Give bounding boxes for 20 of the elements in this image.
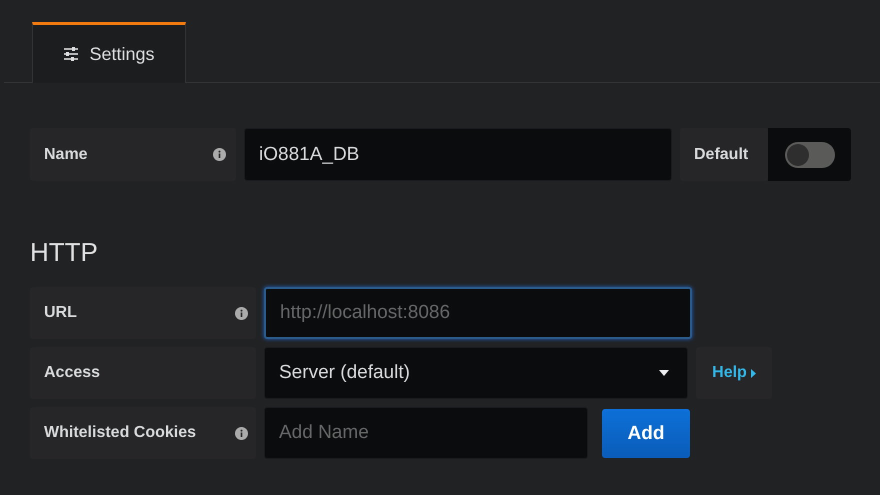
sliders-icon [63,47,80,61]
info-icon[interactable] [235,307,248,320]
caret-icon [659,370,669,376]
name-input[interactable]: iO881A_DB [244,128,672,181]
field-label: URL [30,287,256,339]
settings-tab[interactable]: Settings [32,22,186,83]
field-label: Access [30,347,256,399]
info-icon[interactable] [213,148,226,161]
url-input[interactable]: http://localhost:8086 [264,287,692,339]
toggle-switch[interactable] [768,128,851,181]
cookie-input[interactable]: Add Name [264,407,588,459]
add-button[interactable]: Add [602,409,690,458]
caret-icon [750,368,756,378]
default-label: Default [680,128,768,181]
access-select[interactable]: Server (default) [264,347,688,399]
field-label: Whitelisted Cookies [30,407,256,459]
section-title: HTTP [29,237,99,267]
info-icon[interactable] [235,427,248,440]
help-button[interactable]: Help [696,347,772,399]
field-label: Name [30,128,236,181]
